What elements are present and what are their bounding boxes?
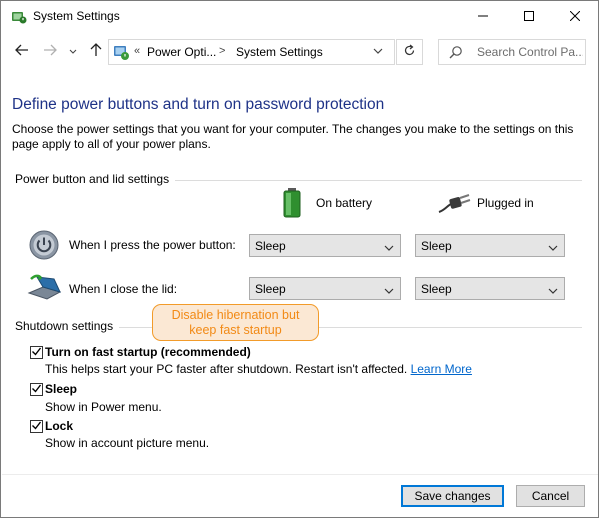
battery-icon (282, 187, 302, 221)
address-bar[interactable]: « Power Opti... > System Settings (108, 39, 395, 65)
lock-description: Show in account picture menu. (45, 436, 210, 450)
navigation-bar: « Power Opti... > System Settings (1, 33, 598, 73)
checkmark-icon (31, 346, 42, 360)
select-value: Sleep (255, 239, 286, 253)
fast-startup-description: This helps start your PC faster after sh… (45, 362, 472, 376)
power-button-on-battery-select[interactable]: Sleep (249, 234, 401, 257)
annotation-callout: Disable hibernation but keep fast startu… (152, 304, 319, 341)
lid-close-plugged-in-select[interactable]: Sleep (415, 277, 565, 300)
chevron-down-icon (548, 241, 558, 255)
breadcrumb-separator[interactable]: > (219, 45, 225, 57)
power-button-label: When I press the power button: (69, 238, 236, 252)
close-button[interactable] (552, 1, 598, 32)
callout-line-2: keep fast startup (189, 323, 282, 337)
forward-button[interactable] (42, 43, 58, 59)
recent-locations-button[interactable] (67, 43, 79, 59)
shutdown-section-title: Shutdown settings (15, 319, 120, 333)
chevron-down-icon (384, 241, 394, 255)
fast-startup-description-text: This helps start your PC faster after sh… (45, 362, 408, 376)
chevron-down-icon (69, 44, 77, 58)
checkmark-icon (31, 420, 42, 434)
back-arrow-icon (15, 44, 29, 59)
cancel-button[interactable]: Cancel (516, 485, 585, 507)
title-bar: System Settings (1, 1, 598, 32)
forward-arrow-icon (43, 44, 57, 59)
lock-label[interactable]: Lock (45, 419, 73, 433)
checkmark-icon (31, 383, 42, 397)
callout-line-1: Disable hibernation but (171, 308, 300, 322)
chevron-down-icon (548, 284, 558, 298)
chevron-down-icon (384, 284, 394, 298)
sleep-description: Show in Power menu. (45, 400, 162, 414)
search-input[interactable] (477, 44, 583, 60)
column-on-battery: On battery (316, 196, 373, 210)
minimize-button[interactable] (460, 1, 506, 32)
footer-divider (2, 474, 598, 475)
window-title: System Settings (33, 9, 120, 23)
laptop-lid-icon (27, 273, 62, 304)
maximize-icon (524, 10, 534, 24)
select-value: Sleep (421, 239, 452, 253)
search-icon (449, 45, 463, 62)
power-plug-icon (437, 192, 471, 217)
sleep-label[interactable]: Sleep (45, 382, 77, 396)
breadcrumb-overflow[interactable]: « (134, 45, 140, 57)
minimize-icon (478, 10, 488, 24)
refresh-icon (403, 44, 416, 60)
lid-close-label: When I close the lid: (69, 282, 178, 296)
control-panel-icon (113, 44, 130, 61)
breadcrumb-system-settings[interactable]: System Settings (236, 45, 323, 59)
power-section-title: Power button and lid settings (15, 172, 176, 186)
select-value: Sleep (421, 282, 452, 296)
page-title: Define power buttons and turn on passwor… (12, 96, 385, 113)
system-settings-window: System Settings « Power Opti... > System… (0, 0, 599, 518)
column-plugged-in: Plugged in (477, 196, 534, 210)
breadcrumb-power-options[interactable]: Power Opti... (147, 45, 216, 59)
search-box[interactable] (438, 39, 586, 65)
fast-startup-label[interactable]: Turn on fast startup (recommended) (45, 345, 251, 359)
maximize-button[interactable] (506, 1, 552, 32)
lock-checkbox[interactable] (30, 420, 43, 433)
select-value: Sleep (255, 282, 286, 296)
address-dropdown-icon[interactable] (372, 45, 386, 59)
up-arrow-icon (90, 42, 102, 60)
power-button-plugged-in-select[interactable]: Sleep (415, 234, 565, 257)
page-description: Choose the power settings that you want … (12, 122, 574, 151)
save-changes-button[interactable]: Save changes (401, 485, 504, 507)
fast-startup-checkbox[interactable] (30, 346, 43, 359)
learn-more-link[interactable]: Learn More (411, 362, 472, 376)
back-button[interactable] (14, 43, 30, 59)
refresh-button[interactable] (396, 39, 423, 65)
up-button[interactable] (88, 42, 104, 60)
close-icon (569, 10, 581, 24)
sleep-checkbox[interactable] (30, 383, 43, 396)
power-button-icon (28, 229, 60, 264)
power-options-icon (11, 9, 27, 25)
lid-close-on-battery-select[interactable]: Sleep (249, 277, 401, 300)
